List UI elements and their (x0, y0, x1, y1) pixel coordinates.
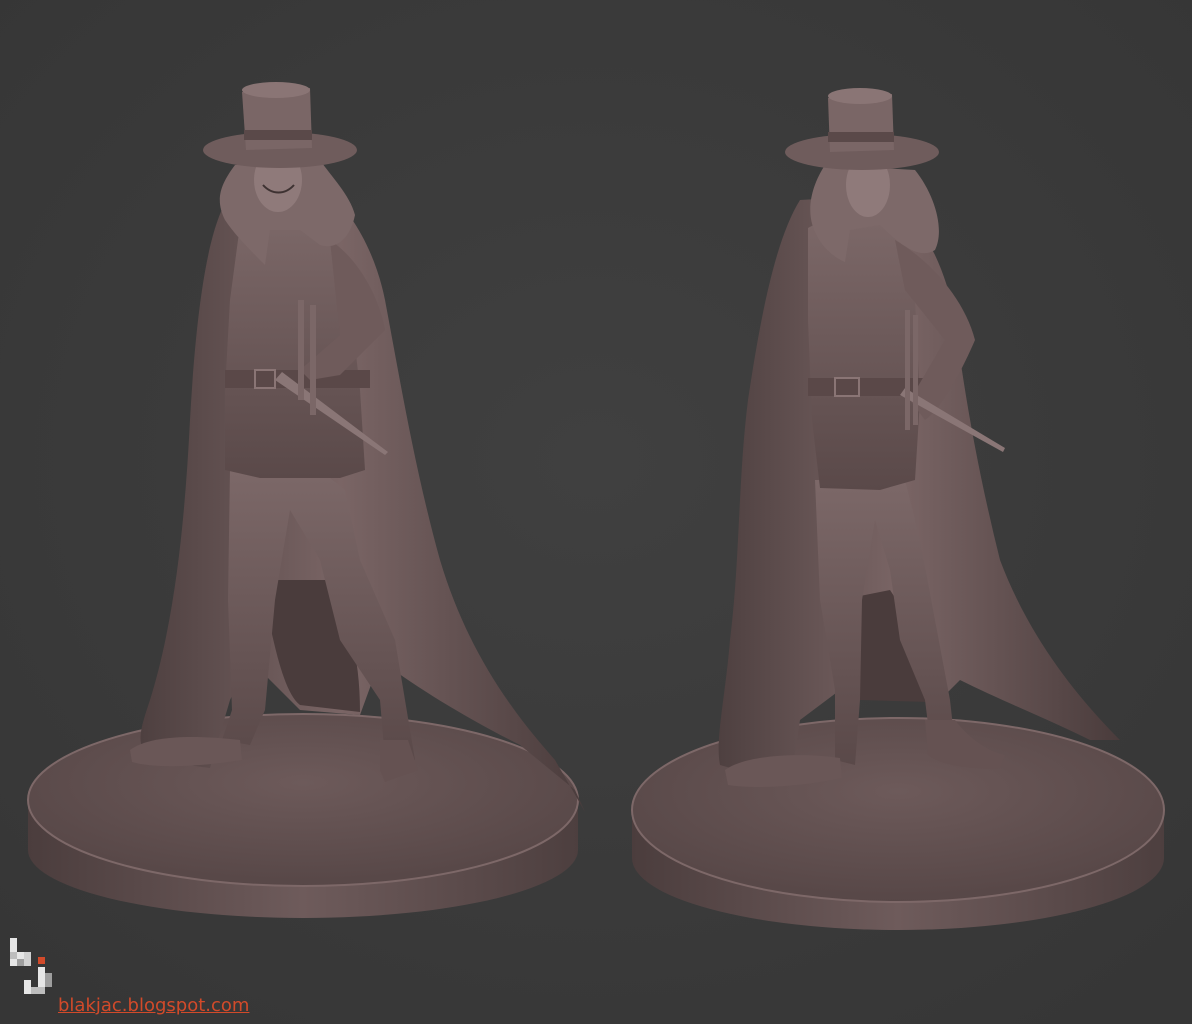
base-left (27, 713, 579, 918)
base-right (631, 717, 1165, 930)
blog-url-link[interactable]: blakjac.blogspot.com (58, 995, 249, 1016)
sculpt-render (0, 0, 1192, 1024)
